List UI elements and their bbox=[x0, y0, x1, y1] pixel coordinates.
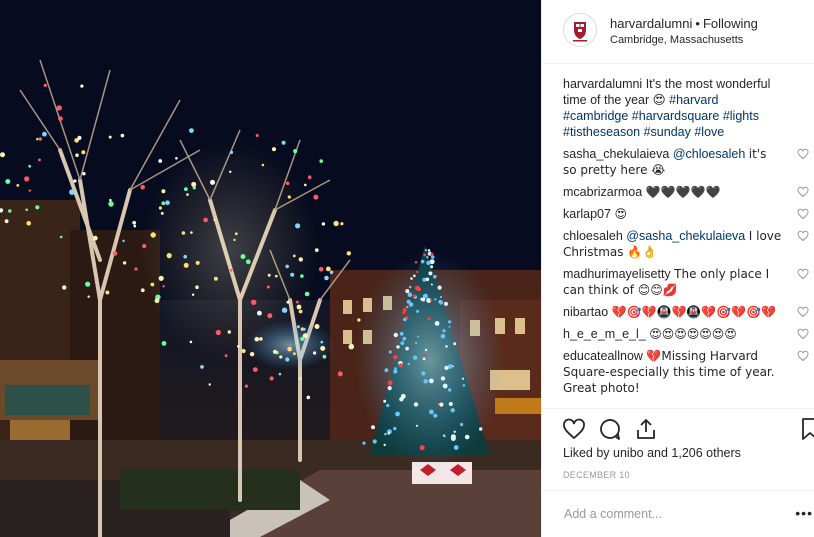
following-button[interactable]: Following bbox=[703, 16, 758, 31]
comment-like-heart-icon[interactable] bbox=[797, 350, 809, 362]
post-location[interactable]: Cambridge, Massachusetts bbox=[610, 34, 743, 46]
likes-summary[interactable]: Liked by unibo and 1,206 others bbox=[563, 446, 741, 460]
comment-mention[interactable]: @chloesaleh bbox=[673, 147, 745, 161]
comment-username[interactable]: karlap07 bbox=[563, 207, 611, 221]
action-bar bbox=[542, 408, 814, 448]
comment-like-heart-icon[interactable] bbox=[797, 186, 809, 198]
add-comment-input[interactable] bbox=[562, 503, 781, 525]
comment-row: educateallnow 💔Missing Harvard Square-es… bbox=[563, 348, 809, 396]
comment-row: nibartao 💔🎯💔🚇💔🚇💔🎯💔🎯💔 bbox=[563, 304, 809, 320]
comment-like-heart-icon[interactable] bbox=[797, 328, 809, 340]
caption: harvardalumni It's the most wonderful ti… bbox=[563, 76, 803, 140]
header-username[interactable]: harvardalumni bbox=[610, 16, 692, 31]
more-options-icon[interactable]: ••• bbox=[795, 505, 813, 521]
post-date[interactable]: DECEMBER 10 bbox=[563, 470, 630, 480]
comment-row: h_e_e_m_e_l_ 😍😍😍😍😍😍😍 bbox=[563, 326, 809, 342]
comment-username[interactable]: sasha_chekulaieva bbox=[563, 147, 669, 161]
post-photo[interactable] bbox=[0, 0, 541, 537]
comment-mention[interactable]: @sasha_chekulaieva bbox=[626, 229, 745, 243]
comment-text: 😍 bbox=[614, 207, 627, 221]
night-street-photo bbox=[0, 0, 541, 537]
header-separator: • bbox=[695, 16, 700, 31]
comment-text: 🖤🖤🖤🖤🖤 bbox=[645, 185, 721, 199]
comment-row: madhurimayelisetty The only place I can … bbox=[563, 266, 809, 298]
comments-list: harvardalumni It's the most wonderful ti… bbox=[563, 76, 809, 402]
comment-like-heart-icon[interactable] bbox=[797, 268, 809, 280]
comment-username[interactable]: mcabrizarmoa bbox=[563, 185, 642, 199]
comment-like-heart-icon[interactable] bbox=[797, 306, 809, 318]
share-icon[interactable] bbox=[634, 417, 658, 441]
bookmark-icon[interactable] bbox=[798, 417, 814, 441]
harvard-shield-icon bbox=[573, 22, 587, 42]
comment-username[interactable]: nibartao bbox=[563, 305, 608, 319]
comment-icon[interactable] bbox=[598, 417, 622, 441]
post-header: harvardalumni • Following Cambridge, Massa… bbox=[542, 0, 814, 64]
heart-icon[interactable] bbox=[562, 417, 586, 441]
header-user-row: harvardalumni • Following bbox=[610, 16, 758, 31]
comment-row: karlap07 😍 bbox=[563, 206, 809, 222]
comment-row: sasha_chekulaieva @chloesaleh it's so pr… bbox=[563, 146, 809, 178]
comment-like-heart-icon[interactable] bbox=[797, 208, 809, 220]
profile-avatar[interactable] bbox=[563, 13, 597, 47]
add-comment-bar: ••• bbox=[542, 490, 814, 537]
comment-text: 😍😍😍😍😍😍😍 bbox=[649, 327, 737, 341]
comment-username[interactable]: h_e_e_m_e_l_ bbox=[563, 327, 646, 341]
caption-username[interactable]: harvardalumni bbox=[563, 77, 642, 91]
comment-text: 💔🎯💔🚇💔🚇💔🎯💔🎯💔 bbox=[611, 305, 777, 319]
comment-username[interactable]: madhurimayelisetty bbox=[563, 267, 671, 281]
comment-row: mcabrizarmoa 🖤🖤🖤🖤🖤 bbox=[563, 184, 809, 200]
comment-username[interactable]: educateallnow bbox=[563, 349, 643, 363]
comment-row: chloesaleh @sasha_chekulaieva I love Chr… bbox=[563, 228, 809, 260]
comment-username[interactable]: chloesaleh bbox=[563, 229, 623, 243]
comment-like-heart-icon[interactable] bbox=[797, 230, 809, 242]
post-side-panel: harvardalumni • Following Cambridge, Massa… bbox=[541, 0, 814, 537]
comment-like-heart-icon[interactable] bbox=[797, 148, 809, 160]
